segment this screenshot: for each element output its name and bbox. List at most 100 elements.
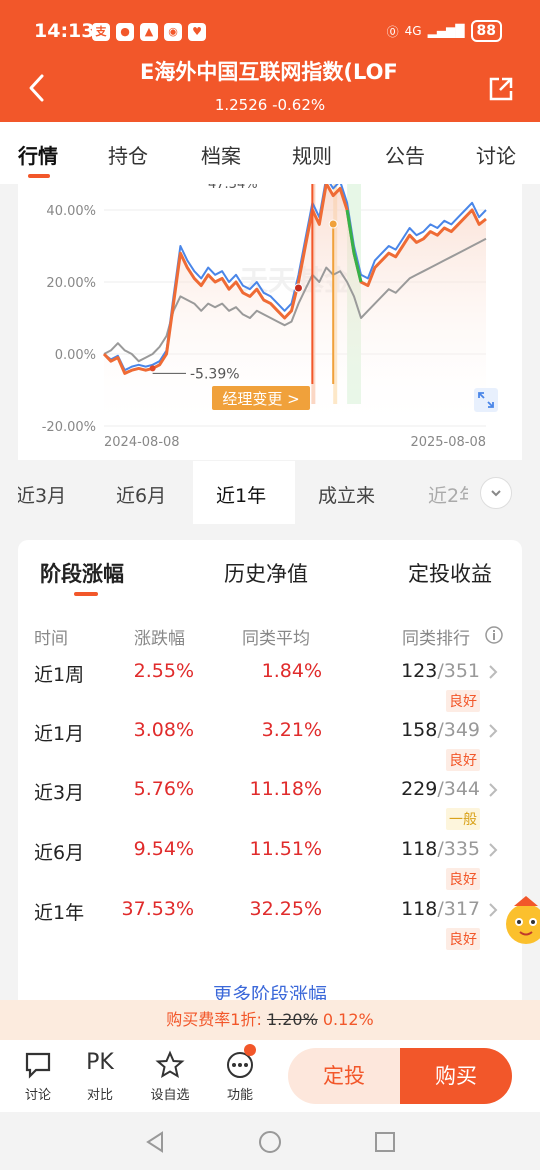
rank-value: 158 <box>401 719 438 741</box>
table-row[interactable]: 近3月 5.76% 11.18% 229/344 一般 <box>18 778 522 838</box>
add-watchlist-label: 设自选 <box>150 1088 190 1103</box>
compare-button[interactable]: PK 对比 <box>70 1050 130 1103</box>
rank-value: 229 <box>401 778 438 800</box>
rank-value: 118 <box>401 838 438 860</box>
rank-total: /317 <box>437 898 480 920</box>
row-rank: 123/351 <box>401 660 480 682</box>
tab-sip-return[interactable]: 定投收益 <box>408 558 492 588</box>
app-notification-icon: ● <box>116 23 134 41</box>
info-icon[interactable] <box>484 625 504 645</box>
functions-button[interactable]: 功能 <box>210 1050 270 1103</box>
performance-card: 阶段涨幅 历史净值 定投收益 时间 涨跌幅 同类平均 同类排行 近1周 2.55%… <box>18 540 522 1010</box>
tab-active-indicator <box>28 174 50 178</box>
row-rank: 229/344 <box>401 778 480 800</box>
fund-title: E海外中国互联网指数(LOF <box>140 60 398 84</box>
period-6m[interactable]: 近6月 <box>116 481 166 508</box>
functions-label: 功能 <box>226 1088 253 1103</box>
expand-icon[interactable] <box>474 388 498 412</box>
event-marker <box>293 283 303 293</box>
status-time: 14:13 <box>34 20 95 42</box>
row-rank: 118/317 <box>401 898 480 920</box>
volte-icon: ⓪ <box>386 24 399 39</box>
tab-profile[interactable]: 档案 <box>201 140 241 169</box>
tab-rules[interactable]: 规则 <box>292 140 332 169</box>
row-period: 近3月 <box>34 782 85 804</box>
row-average: 3.21% <box>261 719 322 741</box>
fee-prefix: 购买费率1折: <box>166 1010 262 1029</box>
chevron-right-icon <box>489 783 498 797</box>
col-header-avg: 同类平均 <box>242 629 310 649</box>
row-average: 11.51% <box>249 838 322 860</box>
network-label: 4G <box>404 24 422 38</box>
nav-back-icon[interactable] <box>144 1130 166 1154</box>
period-1y[interactable]: 近1年 <box>216 481 266 508</box>
row-rank: 118/335 <box>401 838 480 860</box>
row-period: 近1周 <box>34 664 85 686</box>
row-average: 1.84% <box>261 660 322 682</box>
row-change: 5.76% <box>133 778 194 800</box>
chevron-right-icon <box>489 843 498 857</box>
chart-svg: 40.00% 20.00% 0.00% -20.00% 2024-08-08 2025-0… <box>42 184 487 450</box>
period-2y[interactable]: 近2年 <box>428 481 468 508</box>
tab-market[interactable]: 行情 <box>18 140 58 169</box>
add-watchlist-button[interactable]: 设自选 <box>140 1050 200 1103</box>
row-period: 近1月 <box>34 723 85 745</box>
y-tick-label: 20.00% <box>46 276 96 291</box>
table-row[interactable]: 近1周 2.55% 1.84% 123/351 良好 <box>18 660 522 720</box>
period-dropdown[interactable] <box>480 477 512 509</box>
pk-icon: PK <box>86 1050 114 1075</box>
period-since-inception[interactable]: 成立来 <box>318 481 375 508</box>
rank-total: /344 <box>437 778 480 800</box>
tab-discussion[interactable]: 讨论 <box>476 140 516 169</box>
table-row[interactable]: 近6月 9.54% 11.51% 118/335 良好 <box>18 838 522 898</box>
sip-invest-button[interactable]: 定投 <box>288 1048 400 1104</box>
tab-stage-return[interactable]: 阶段涨幅 <box>40 558 124 588</box>
nav-home-icon[interactable] <box>258 1130 282 1154</box>
y-tick-label: -20.00% <box>42 420 96 435</box>
fee-original: 1.20% <box>266 1010 318 1029</box>
alipay-icon: 支 <box>92 23 110 41</box>
app-notification-icon: ▲ <box>140 23 158 41</box>
main-tabs: 行情 持仓 档案 规则 公告 讨论 <box>0 122 540 184</box>
nav-recents-icon[interactable] <box>374 1131 396 1153</box>
chevron-right-icon <box>489 724 498 738</box>
row-average: 32.25% <box>249 898 322 920</box>
star-icon <box>155 1050 185 1079</box>
share-icon[interactable] <box>488 76 514 102</box>
tab-announcements[interactable]: 公告 <box>385 140 425 169</box>
compare-label: 对比 <box>86 1088 113 1103</box>
chevron-right-icon <box>489 903 498 917</box>
rank-value: 123 <box>401 660 438 682</box>
signal-icon: ▂▄▆█ <box>427 24 465 38</box>
period-tabs: 近3月 近6月 近1年 成立来 近2年 <box>18 461 522 524</box>
battery-icon: 88 <box>470 20 502 42</box>
period-3m[interactable]: 近3月 <box>18 481 66 508</box>
tab-holdings[interactable]: 持仓 <box>108 140 148 169</box>
rank-total: /349 <box>437 719 480 741</box>
mascot-float-icon[interactable] <box>504 892 540 948</box>
buy-button[interactable]: 购买 <box>400 1048 512 1104</box>
bottom-action-bar: 讨论 PK 对比 设自选 功能 定投 购买 <box>0 1040 540 1112</box>
app-notification-icon: ♥ <box>188 23 206 41</box>
performance-chart[interactable]: 40.00% 20.00% 0.00% -20.00% 2024-08-08 2025-0… <box>18 184 522 460</box>
discussion-button[interactable]: 讨论 <box>8 1050 68 1103</box>
rank-level-badge: 一般 <box>446 808 480 830</box>
row-rank: 158/349 <box>401 719 480 741</box>
chevron-down-icon <box>491 490 501 497</box>
row-period: 近6月 <box>34 842 85 864</box>
status-bar: 14:13 支 ● ▲ ◉ ♥ ⓪ 4G ▂▄▆█ 88 <box>0 14 540 48</box>
row-average: 11.18% <box>249 778 322 800</box>
table-row[interactable]: 近1年 37.53% 32.25% 118/317 良好 <box>18 898 522 958</box>
x-tick-label: 2024-08-08 <box>104 435 180 450</box>
rank-level-badge: 良好 <box>446 749 480 771</box>
tab-history-nav[interactable]: 历史净值 <box>224 558 308 588</box>
manager-change-label: 经理变更 > <box>222 390 299 408</box>
fee-bar: 购买费率1折: 1.20% 0.12% <box>0 1000 540 1040</box>
row-change: 3.08% <box>133 719 194 741</box>
rank-total: /335 <box>437 838 480 860</box>
row-change: 37.53% <box>121 898 194 920</box>
table-row[interactable]: 近1月 3.08% 3.21% 158/349 良好 <box>18 719 522 779</box>
x-tick-label: 2025-08-08 <box>410 435 486 450</box>
rank-value: 118 <box>401 898 438 920</box>
rank-level-badge: 良好 <box>446 928 480 950</box>
